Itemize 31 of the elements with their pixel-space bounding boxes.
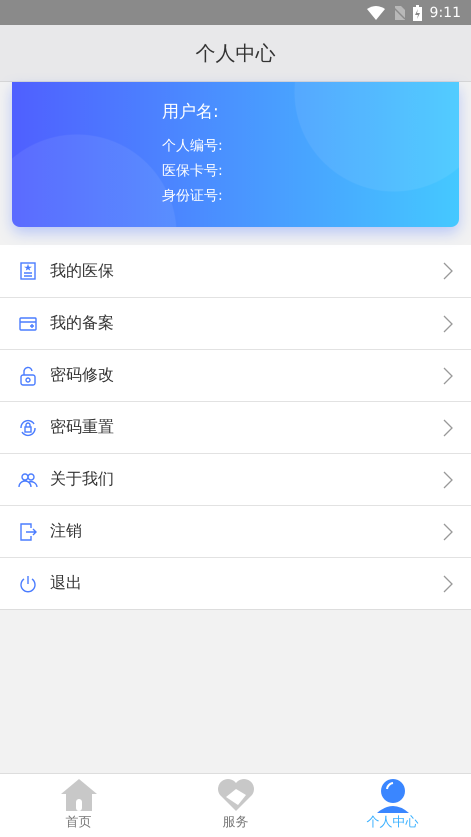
chevron-right-icon — [443, 262, 453, 280]
chevron-right-icon — [443, 314, 453, 332]
lock-reset-icon — [18, 418, 38, 438]
menu-item[interactable]: 关于我们 — [0, 453, 471, 505]
profile-field-label: 个人编号: — [162, 137, 224, 156]
logout-icon — [18, 522, 38, 542]
menu-item[interactable]: 我的备案 — [0, 297, 471, 349]
username-label: 用户名: — [162, 101, 220, 123]
chevron-right-icon — [443, 418, 453, 436]
chevron-right-icon — [443, 470, 453, 488]
page-title: 个人中心 — [196, 40, 276, 66]
menu-item[interactable]: 注销 — [0, 505, 471, 557]
chevron-right-icon — [443, 574, 453, 592]
menu-item[interactable]: 退出 — [0, 557, 471, 609]
id-card-icon — [18, 261, 38, 281]
profile-field-label: 身份证号: — [162, 187, 224, 206]
tab-item[interactable]: 首页 — [0, 774, 157, 837]
wifi-icon — [366, 6, 385, 20]
menu-item[interactable]: 我的医保 — [0, 245, 471, 297]
house-icon — [58, 777, 98, 813]
chevron-right-icon — [443, 366, 453, 384]
chevron-right-icon — [443, 522, 453, 540]
status-time: 9:11 — [430, 4, 461, 20]
tab-item[interactable]: 服务 — [157, 774, 314, 837]
battery-icon — [412, 4, 422, 20]
unlock-icon — [18, 366, 38, 386]
no-sim-icon — [392, 6, 405, 20]
menu-item[interactable]: 密码修改 — [0, 349, 471, 401]
power-icon — [18, 574, 38, 594]
profile-field-label: 医保卡号: — [162, 162, 224, 181]
menu-item[interactable]: 密码重置 — [0, 401, 471, 453]
